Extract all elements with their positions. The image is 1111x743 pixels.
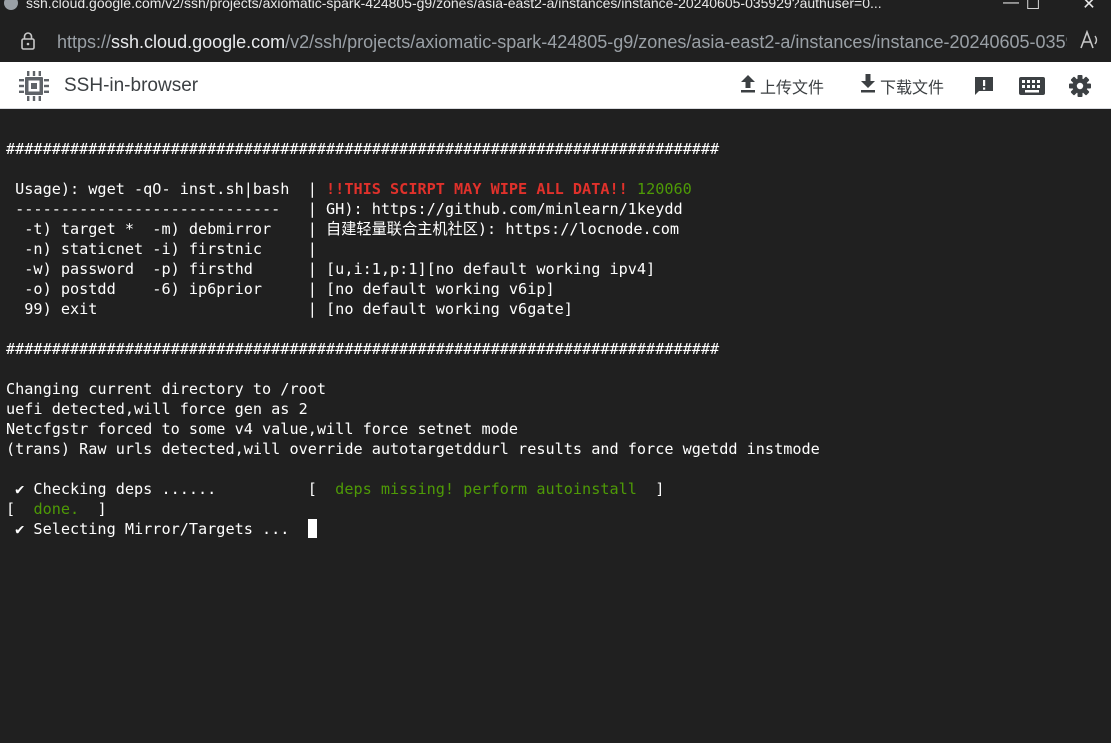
done-prefix: [ (6, 500, 34, 518)
upload-file-button[interactable]: 上传文件 (738, 72, 824, 99)
terminal-menu-line: ----------------------------- | GH): htt… (6, 200, 683, 218)
url-host: ssh.cloud.google.com (111, 32, 286, 52)
terminal-menu-line: -o) postdd -6) ip6prior | [no default wo… (6, 280, 555, 298)
usage-text: Usage): wget -qO- inst.sh|bash | (6, 180, 327, 198)
settings-gear-icon[interactable] (1068, 74, 1092, 103)
selecting-text: ✔ Selecting Mirror/Targets ... (6, 520, 308, 538)
app-title: SSH-in-browser (64, 75, 199, 96)
browser-app-icon (4, 0, 18, 10)
checking-prefix: ✔ Checking deps ...... [ (6, 480, 336, 498)
terminal-checking-deps-line: ✔ Checking deps ...... [ deps missing! p… (6, 479, 664, 499)
download-icon (858, 72, 878, 99)
terminal-divider-top: ########################################… (6, 140, 720, 158)
done-suffix: ] (79, 500, 107, 518)
close-button[interactable]: ✕ (1066, 0, 1111, 14)
address-bar[interactable]: https://ssh.cloud.google.com/v2/ssh/proj… (0, 14, 1111, 62)
lock-icon[interactable] (20, 32, 36, 55)
checking-suffix: ] (636, 480, 665, 498)
version-number: 120060 (627, 180, 692, 198)
keyboard-icon[interactable] (1018, 76, 1046, 101)
window-title: ssh.cloud.google.com/v2/ssh/projects/axi… (26, 0, 882, 11)
terminal-menu-line: 99) exit | [no default working v6gate] (6, 300, 573, 318)
terminal-menu-line: -w) password -p) firsthd | [u,i:1,p:1][n… (6, 260, 656, 278)
terminal-menu-line: -n) staticnet -i) firstnic | (6, 240, 317, 258)
terminal-log-line: (trans) Raw urls detected,will override … (6, 440, 820, 458)
terminal-menu-line: -t) target * -m) debmirror | 自建轻量联合主机社区)… (6, 220, 680, 238)
read-aloud-icon[interactable] (1079, 29, 1101, 55)
download-label: 下载文件 (880, 79, 945, 97)
terminal-log-line: Changing current directory to /root (6, 380, 327, 398)
terminal-log-line: Netcfgstr forced to some v4 value,will f… (6, 420, 519, 438)
wipe-warning: !!THIS SCIRPT MAY WIPE ALL DATA!! (326, 180, 628, 198)
deps-status: deps missing! perform autoinstall (335, 480, 637, 498)
terminal-done-line: [ done. ] (6, 499, 107, 519)
terminal-selecting-line: ✔ Selecting Mirror/Targets ... (6, 519, 317, 539)
url-scheme: https:// (57, 32, 112, 52)
terminal-usage-line: Usage): wget -qO- inst.sh|bash | !!THIS … (6, 179, 692, 199)
upload-label: 上传文件 (760, 79, 825, 97)
url-path: /v2/ssh/projects/axiomatic-spark-424805-… (285, 32, 1067, 52)
terminal-cursor (307, 519, 317, 538)
feedback-icon[interactable] (972, 74, 996, 103)
download-file-button[interactable]: 下载文件 (858, 72, 944, 99)
terminal-divider-bottom: ########################################… (6, 340, 720, 358)
upload-icon (738, 72, 758, 99)
url-text[interactable]: https://ssh.cloud.google.com/v2/ssh/proj… (57, 32, 1067, 53)
chip-icon (16, 68, 52, 109)
terminal-log-line: uefi detected,will force gen as 2 (6, 400, 308, 418)
maximize-button[interactable]: ☐ (1010, 0, 1056, 14)
window-title-bar: ssh.cloud.google.com/v2/ssh/projects/axi… (0, 0, 1111, 14)
terminal-output[interactable]: ########################################… (0, 109, 1111, 743)
done-status: done. (33, 500, 80, 518)
ssh-toolbar: SSH-in-browser 上传文件 下载文件 (0, 62, 1111, 109)
